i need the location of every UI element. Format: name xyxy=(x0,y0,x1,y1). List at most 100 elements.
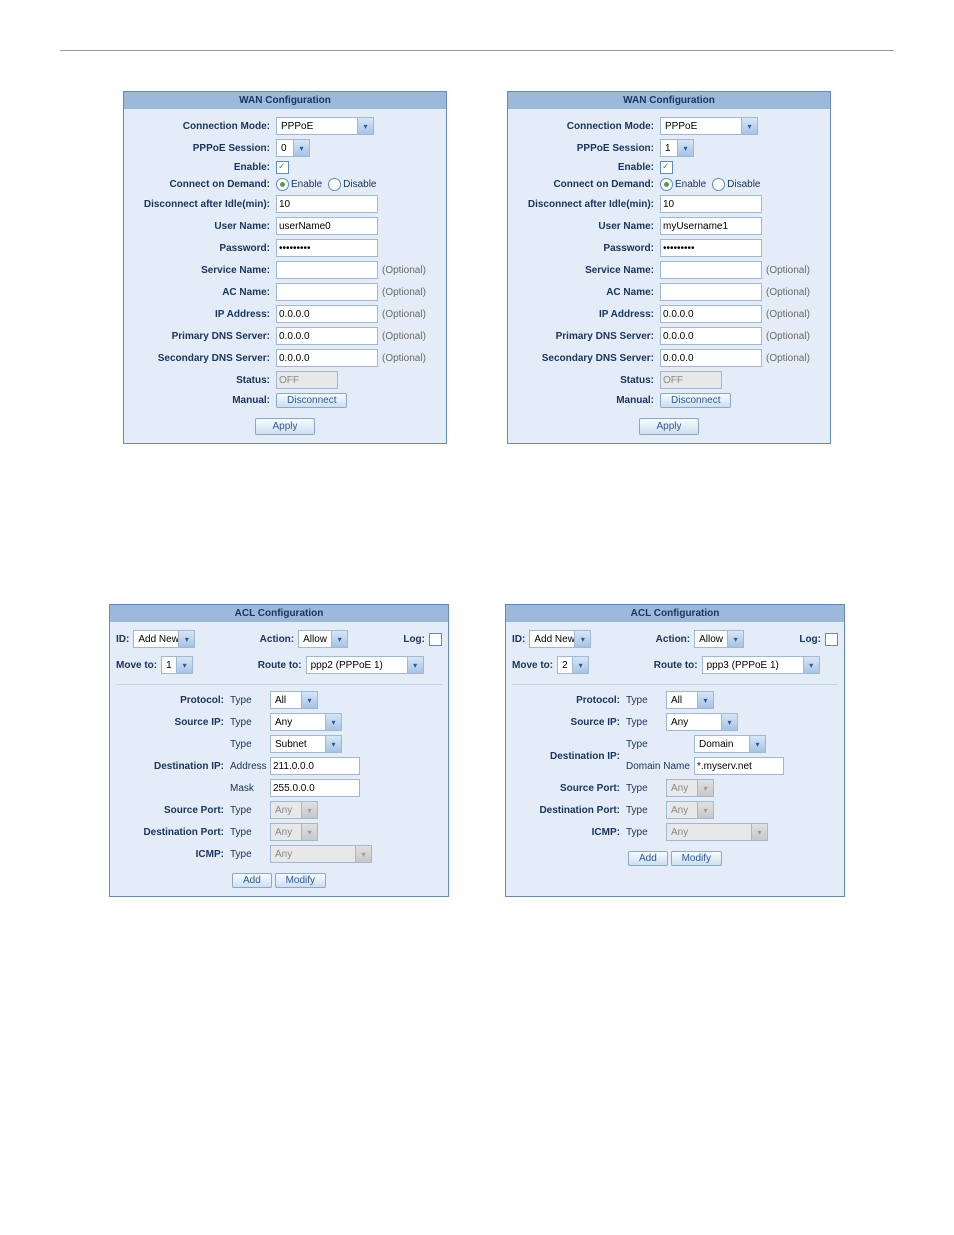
action-select[interactable]: Allow▾ xyxy=(298,630,348,648)
log-checkbox[interactable] xyxy=(825,633,838,646)
ac-name-input[interactable] xyxy=(276,283,378,301)
idle-input[interactable] xyxy=(660,195,762,213)
label-pdns: Primary DNS Server: xyxy=(130,331,276,342)
apply-button[interactable]: Apply xyxy=(639,418,698,435)
cod-enable-radio[interactable] xyxy=(276,178,289,191)
chevron-down-icon: ▾ xyxy=(697,780,713,796)
chevron-down-icon: ▾ xyxy=(697,802,713,818)
enable-checkbox[interactable] xyxy=(276,161,289,174)
chevron-down-icon: ▾ xyxy=(355,846,371,862)
chevron-down-icon: ▾ xyxy=(749,736,765,752)
cod-disable-radio[interactable] xyxy=(328,178,341,191)
chevron-down-icon: ▾ xyxy=(301,802,317,818)
label-status: Status: xyxy=(130,375,276,386)
label-conn-mode: Connection Mode: xyxy=(130,121,276,132)
log-checkbox[interactable] xyxy=(429,633,442,646)
id-select[interactable]: Add New▾ xyxy=(133,630,195,648)
dstip-type-select[interactable]: Subnet▾ xyxy=(270,735,342,753)
chevron-down-icon: ▾ xyxy=(677,140,693,156)
action-select[interactable]: Allow▾ xyxy=(694,630,744,648)
chevron-down-icon: ▾ xyxy=(572,657,588,673)
optional-label: (Optional) xyxy=(382,287,426,298)
label-username: User Name: xyxy=(130,221,276,232)
idle-input[interactable] xyxy=(276,195,378,213)
chevron-down-icon: ▾ xyxy=(574,631,590,647)
chevron-down-icon: ▾ xyxy=(803,657,819,673)
cod-enable-label: Enable xyxy=(291,179,322,190)
enable-checkbox[interactable] xyxy=(660,161,673,174)
dstport-type-select: Any▾ xyxy=(270,823,318,841)
dstip-type-select[interactable]: Domain▾ xyxy=(694,735,766,753)
moveto-select[interactable]: 2▾ xyxy=(557,656,589,674)
label-routeto: Route to: xyxy=(258,660,302,671)
panel-title: WAN Configuration xyxy=(508,92,830,109)
disconnect-button[interactable]: Disconnect xyxy=(660,393,731,408)
optional-label: (Optional) xyxy=(382,265,426,276)
modify-button[interactable]: Modify xyxy=(275,873,326,888)
routeto-select[interactable]: ppp3 (PPPoE 1)▾ xyxy=(702,656,820,674)
service-name-input[interactable] xyxy=(660,261,762,279)
label-idle: Disconnect after Idle(min): xyxy=(130,199,276,210)
username-input[interactable] xyxy=(276,217,378,235)
username-input[interactable] xyxy=(660,217,762,235)
dst-mask-input[interactable] xyxy=(270,779,360,797)
cod-disable-radio[interactable] xyxy=(712,178,725,191)
password-input[interactable] xyxy=(276,239,378,257)
chevron-down-icon: ▾ xyxy=(176,657,192,673)
chevron-down-icon: ▾ xyxy=(331,631,347,647)
label-icmp: ICMP: xyxy=(116,849,230,860)
routeto-select[interactable]: ppp2 (PPPoE 1)▾ xyxy=(306,656,424,674)
ac-name-input[interactable] xyxy=(660,283,762,301)
chevron-down-icon: ▾ xyxy=(357,118,373,134)
label-id: ID: xyxy=(116,634,129,645)
modify-button[interactable]: Modify xyxy=(671,851,722,866)
label-moveto: Move to: xyxy=(116,660,157,671)
panel-title: ACL Configuration xyxy=(506,605,844,622)
pdns-input[interactable] xyxy=(276,327,378,345)
chevron-down-icon: ▾ xyxy=(407,657,423,673)
dstport-type-select: Any▾ xyxy=(666,801,714,819)
label-protocol: Protocol: xyxy=(116,695,230,706)
password-input[interactable] xyxy=(660,239,762,257)
optional-label: (Optional) xyxy=(382,353,426,364)
protocol-type-select[interactable]: All▾ xyxy=(666,691,714,709)
protocol-type-select[interactable]: All▾ xyxy=(270,691,318,709)
chevron-down-icon: ▾ xyxy=(721,714,737,730)
pppoe-session-select[interactable]: 1▾ xyxy=(660,139,694,157)
id-select[interactable]: Add New▾ xyxy=(529,630,591,648)
chevron-down-icon: ▾ xyxy=(293,140,309,156)
chevron-down-icon: ▾ xyxy=(301,824,317,840)
conn-mode-select[interactable]: PPPoE▾ xyxy=(660,117,758,135)
label-service-name: Service Name: xyxy=(130,265,276,276)
label-srcport: Source Port: xyxy=(116,805,230,816)
disconnect-button[interactable]: Disconnect xyxy=(276,393,347,408)
apply-button[interactable]: Apply xyxy=(255,418,314,435)
panel-title: WAN Configuration xyxy=(124,92,446,109)
ip-input[interactable] xyxy=(660,305,762,323)
srcip-type-select[interactable]: Any▾ xyxy=(666,713,738,731)
panel-title: ACL Configuration xyxy=(110,605,448,622)
conn-mode-select[interactable]: PPPoE▾ xyxy=(276,117,374,135)
chevron-down-icon: ▾ xyxy=(727,631,743,647)
sdns-input[interactable] xyxy=(660,349,762,367)
dst-domain-input[interactable] xyxy=(694,757,784,775)
acl-config-panel-0: ACL Configuration ID: Add New▾ Action: A… xyxy=(109,604,449,897)
label-ac-name: AC Name: xyxy=(130,287,276,298)
acl-config-panel-1: ACL Configuration ID: Add New▾ Action: A… xyxy=(505,604,845,897)
pppoe-session-select[interactable]: 0▾ xyxy=(276,139,310,157)
chevron-down-icon: ▾ xyxy=(751,824,767,840)
moveto-select[interactable]: 1▾ xyxy=(161,656,193,674)
ip-input[interactable] xyxy=(276,305,378,323)
sdns-input[interactable] xyxy=(276,349,378,367)
add-button[interactable]: Add xyxy=(628,851,668,866)
icmp-type-select: Any▾ xyxy=(270,845,372,863)
cod-enable-radio[interactable] xyxy=(660,178,673,191)
optional-label: (Optional) xyxy=(382,331,426,342)
srcip-type-select[interactable]: Any▾ xyxy=(270,713,342,731)
dst-address-input[interactable] xyxy=(270,757,360,775)
add-button[interactable]: Add xyxy=(232,873,272,888)
pdns-input[interactable] xyxy=(660,327,762,345)
service-name-input[interactable] xyxy=(276,261,378,279)
chevron-down-icon: ▾ xyxy=(325,714,341,730)
label-dstip: Destination IP: xyxy=(116,761,230,772)
